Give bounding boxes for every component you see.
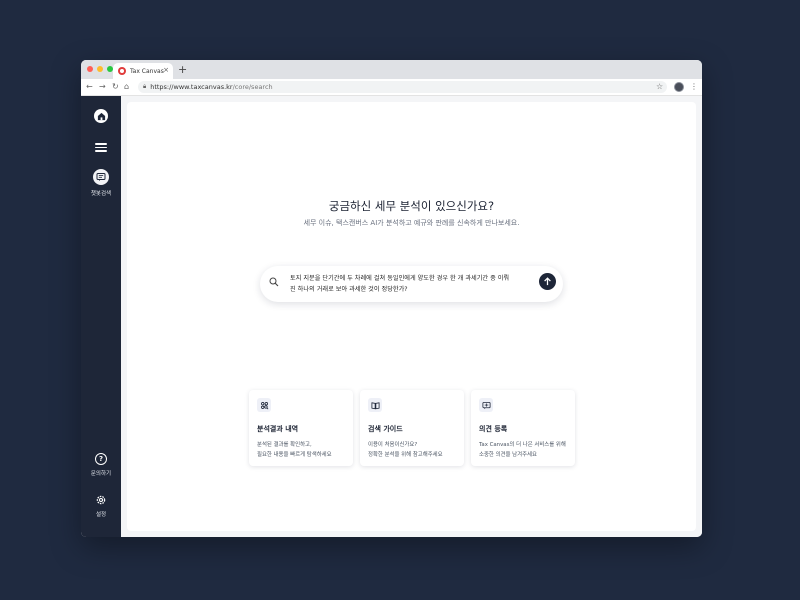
query-line-2: 진 하나의 거래로 보아 과세한 것이 정당한가? xyxy=(290,286,408,293)
window-controls xyxy=(87,66,113,72)
card-title: 분석결과 내역 xyxy=(257,425,299,433)
card-desc-line-1: 이용이 처음이신가요? xyxy=(368,442,418,448)
url-path: /core/search xyxy=(232,83,273,91)
card-feedback[interactable]: 의견 등록 Tax Canvas의 더 나은 서비스를 위해 소중한 의견을 남… xyxy=(471,390,575,466)
minimize-window-button[interactable] xyxy=(97,66,103,72)
card-title: 의견 등록 xyxy=(479,425,508,433)
card-desc-line-2: 필요한 내용을 빠르게 탐색하세요 xyxy=(257,452,332,458)
card-analysis-history[interactable]: 분석결과 내역 분석된 결과를 확인하고, 필요한 내용을 빠르게 탐색하세요 xyxy=(249,390,353,466)
logo-icon xyxy=(94,109,108,123)
book-icon xyxy=(368,398,382,412)
card-desc-line-1: Tax Canvas의 더 나은 서비스를 위해 xyxy=(479,442,566,448)
reload-icon[interactable]: ↻ xyxy=(112,82,119,92)
home-logo-button[interactable] xyxy=(81,109,121,123)
lock-icon: 🔒︎ xyxy=(143,83,147,90)
new-tab-button[interactable]: + xyxy=(178,64,187,75)
back-icon[interactable]: ← xyxy=(86,82,93,92)
profile-avatar[interactable] xyxy=(674,82,684,92)
sidebar-item-help-label: 문의하기 xyxy=(90,471,112,477)
hamburger-icon xyxy=(95,143,107,152)
sidebar-item-settings-label: 설정 xyxy=(95,512,107,518)
sidebar-item-search-label: 챗봇검색 xyxy=(90,191,112,197)
url-field[interactable]: 🔒︎ https://www.taxcanvas.kr/core/search xyxy=(138,81,667,93)
card-title: 검색 가이드 xyxy=(368,425,403,433)
tab-title: Tax Canvas xyxy=(130,67,164,75)
sidebar-item-settings[interactable]: 설정 xyxy=(81,494,121,518)
browser-menu-icon[interactable]: ⋮ xyxy=(690,82,698,92)
card-search-guide[interactable]: 검색 가이드 이용이 처음이신가요? 정확한 분석을 위해 참고해주세요 xyxy=(360,390,464,466)
forward-icon[interactable]: → xyxy=(99,82,106,92)
card-description: 이용이 처음이신가요? 정확한 분석을 위해 참고해주세요 xyxy=(368,440,456,460)
query-line-1: 토지 지분을 단기간에 두 차례에 걸쳐 동일인에게 양도한 경우 한 개 과세… xyxy=(290,275,510,282)
sidebar-item-search[interactable]: 챗봇검색 xyxy=(81,169,121,197)
card-description: Tax Canvas의 더 나은 서비스를 위해 소중한 의견을 남겨주세요 xyxy=(479,440,567,460)
url-host: https://www.taxcanvas.kr xyxy=(150,83,233,91)
sidebar: 챗봇검색 ? 문의하기 설정 xyxy=(81,96,121,537)
search-query-text[interactable]: 토지 지분을 단기간에 두 차례에 걸쳐 동일인에게 양도한 경우 한 개 과세… xyxy=(290,273,533,295)
card-desc-line-2: 정확한 분석을 위해 참고해주세요 xyxy=(368,452,443,458)
chat-search-icon xyxy=(93,169,109,185)
analysis-history-icon xyxy=(257,398,271,412)
tab-strip: Tax Canvas × + xyxy=(81,60,702,79)
bookmark-star-icon[interactable]: ☆ xyxy=(656,81,663,93)
question-icon: ? xyxy=(95,453,107,465)
card-desc-line-1: 분석된 결과를 확인하고, xyxy=(257,442,312,448)
content-panel: 궁금하신 세무 분석이 있으신가요? 세무 이슈, 택스캔버스 AI가 분석하고… xyxy=(127,102,696,531)
browser-window: Tax Canvas × + ← → ↻ ⌂ 🔒︎ https://www.ta… xyxy=(81,60,702,537)
card-desc-line-2: 소중한 의견을 남겨주세요 xyxy=(479,452,537,458)
favicon-icon xyxy=(118,67,126,75)
submit-button[interactable] xyxy=(539,273,556,290)
gear-icon xyxy=(96,495,106,505)
card-description: 분석된 결과를 확인하고, 필요한 내용을 빠르게 탐색하세요 xyxy=(257,440,345,460)
home-icon[interactable]: ⌂ xyxy=(124,82,129,92)
page-title: 궁금하신 세무 분석이 있으신가요? xyxy=(328,199,495,213)
close-window-button[interactable] xyxy=(87,66,93,72)
url-text: https://www.taxcanvas.kr/core/search xyxy=(150,83,272,91)
feedback-icon xyxy=(479,398,493,412)
address-bar: ← → ↻ ⌂ 🔒︎ https://www.taxcanvas.kr/core… xyxy=(81,79,702,96)
search-input[interactable]: 토지 지분을 단기간에 두 차례에 걸쳐 동일인에게 양도한 경우 한 개 과세… xyxy=(260,266,563,302)
menu-toggle-button[interactable] xyxy=(81,143,121,152)
search-icon xyxy=(269,277,279,287)
browser-tab[interactable]: Tax Canvas × xyxy=(113,63,173,79)
tab-close-button[interactable]: × xyxy=(163,66,169,74)
main-area: 궁금하신 세무 분석이 있으신가요? 세무 이슈, 택스캔버스 AI가 분석하고… xyxy=(121,96,702,537)
page-subtitle: 세무 이슈, 택스캔버스 AI가 분석하고 예규와 판례를 신속하게 만나보세요… xyxy=(303,219,520,227)
arrow-up-icon xyxy=(544,277,551,286)
sidebar-item-help[interactable]: ? 문의하기 xyxy=(81,453,121,477)
